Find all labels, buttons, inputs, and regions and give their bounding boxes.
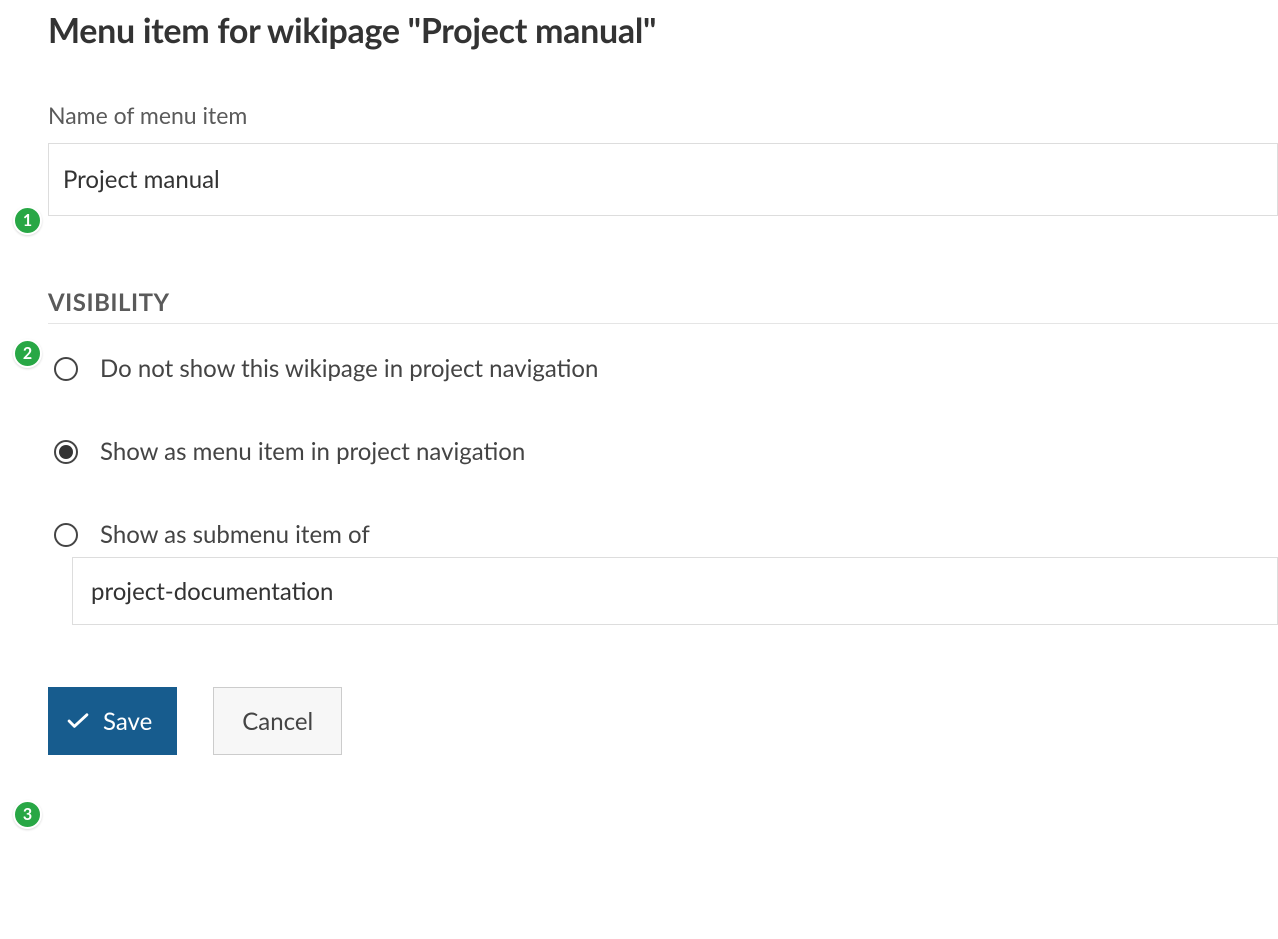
cancel-button[interactable]: Cancel [213,687,342,755]
check-icon [67,713,89,729]
section-divider [48,323,1278,324]
visibility-option-main[interactable]: Show as menu item in project navigation [54,437,1278,466]
submenu-parent-select[interactable]: project-documentation [72,557,1278,625]
save-button-label: Save [103,707,152,736]
page-title: Menu item for wikipage "Project manual" [48,10,1278,51]
visibility-option-sub[interactable]: Show as submenu item of [54,520,1278,549]
radio-label: Show as menu item in project navigation [100,437,525,466]
radio-icon [54,357,78,381]
name-field-label: Name of menu item [48,101,1278,129]
radio-icon-selected [54,440,78,464]
save-button[interactable]: Save [48,687,177,755]
cancel-button-label: Cancel [242,707,313,736]
step-badge-3: 3 [13,800,42,829]
menu-item-name-input[interactable] [48,143,1278,216]
step-badge-1: 1 [13,206,42,235]
visibility-option-none[interactable]: Do not show this wikipage in project nav… [54,354,1278,383]
radio-icon [54,523,78,547]
select-value: project-documentation [91,577,333,606]
step-badge-2: 2 [13,339,42,368]
radio-label: Do not show this wikipage in project nav… [100,354,598,383]
visibility-heading: VISIBILITY [48,288,1278,317]
radio-label: Show as submenu item of [100,520,370,549]
